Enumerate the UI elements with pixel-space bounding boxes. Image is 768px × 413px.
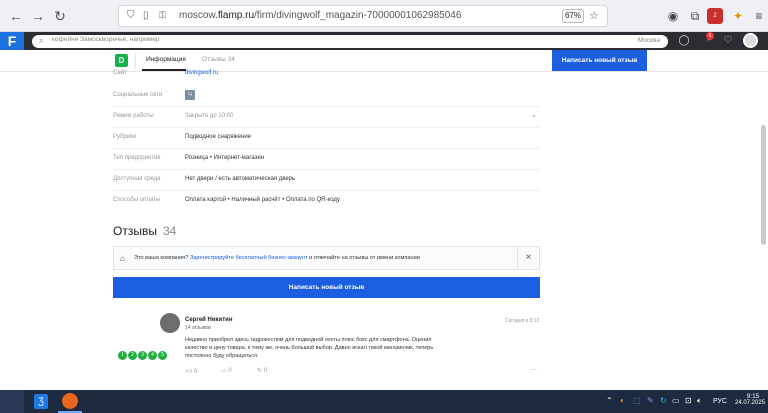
hours-value: Закрыто до 10:00: [185, 113, 234, 119]
extension-badge-icon[interactable]: 2: [707, 8, 723, 24]
chevron-down-icon[interactable]: ⌄: [531, 111, 537, 119]
rating-star: 4: [148, 351, 157, 360]
write-review-button[interactable]: Написать новый отзыв: [113, 277, 540, 298]
info-label: Тип предприятия: [113, 155, 161, 161]
review-text: Недавно приобрел здесь гидрокостюм для п…: [185, 337, 434, 359]
url-text[interactable]: moscow.flamp.ru/firm/divingwolf_magazin-…: [179, 10, 461, 21]
account-icon[interactable]: ◉: [665, 8, 681, 24]
claim-business-banner: ⌂ Это ваша компания? Зарегистрируйте бес…: [113, 246, 540, 270]
review-rating: 12345: [118, 343, 168, 361]
share-icon: ↻: [257, 368, 263, 374]
review-author-meta: 14 отзывов: [185, 325, 211, 331]
like-button[interactable]: 👍︎ 0: [186, 367, 197, 375]
favorites-icon[interactable]: ♡: [722, 35, 734, 47]
shield-icon[interactable]: ⛉: [127, 10, 135, 21]
info-row-rubrics: Рубрики Подводное снаряжение: [113, 128, 539, 149]
forward-icon[interactable]: →: [30, 8, 46, 24]
windows-taskbar: Ʒ ⌃ ◐ ⬚ ✎ ↻ ▭ ⊡ 🔈︎ РУС 9:15 24.07.2025: [0, 390, 768, 413]
comment-button[interactable]: ▭ 0: [221, 367, 232, 374]
info-label: Способы оплаты: [113, 197, 161, 203]
avatar[interactable]: [160, 313, 180, 333]
city-selector[interactable]: Москва: [638, 37, 660, 44]
search-placeholder: кофейня Замоскворечье, например: [52, 36, 160, 43]
extension-pin-icon[interactable]: ✦: [730, 8, 746, 24]
review-date: Сегодня в 9:12: [505, 318, 540, 324]
flamp-logo-icon[interactable]: F: [0, 32, 24, 50]
info-label: Социальные сети: [113, 92, 163, 98]
rating-star: 1: [118, 351, 127, 360]
register-link[interactable]: Зарегистрируйте бесплатный бизнес-аккаун…: [190, 255, 308, 261]
address-bar[interactable]: ⛉ ▯ ⚿ moscow.flamp.ru/firm/divingwolf_ma…: [118, 5, 608, 27]
tab-reviews[interactable]: Отзывы 34: [202, 56, 235, 63]
reviews-count: 34: [163, 224, 177, 238]
app-icon[interactable]: Ʒ: [34, 394, 48, 409]
reviews-heading: Отзывы: [113, 224, 157, 238]
info-row-hours[interactable]: Режим работы Закрыто до 10:00 ⌄: [113, 107, 539, 128]
screenshot-icon[interactable]: ⬚: [633, 396, 641, 405]
zoom-level[interactable]: 67%: [562, 9, 584, 23]
info-label: Режим работы: [113, 113, 154, 119]
vk-icon[interactable]: Ч: [185, 90, 195, 100]
website-link[interactable]: divingwolf.ru: [185, 70, 218, 76]
info-row-site: Сайт divingwolf.ru: [113, 64, 539, 85]
search-icon: ⌕: [39, 36, 44, 45]
rating-star: 3: [138, 351, 147, 360]
write-review-button-top[interactable]: Написать новый отзыв: [552, 50, 647, 71]
tray-app-icon[interactable]: ◐: [620, 396, 625, 405]
more-icon[interactable]: ⋯: [530, 366, 537, 374]
key-icon[interactable]: ⚿: [159, 10, 166, 21]
language-indicator[interactable]: РУС: [713, 398, 727, 405]
bookmark-star-icon[interactable]: ☆: [589, 9, 599, 22]
user-avatar[interactable]: [743, 33, 758, 48]
info-row-accessibility: Доступная среда Нет двери / есть автомат…: [113, 170, 539, 191]
shop-icon: ⌂: [120, 254, 125, 263]
extensions-icon[interactable]: ⧉: [687, 8, 703, 24]
tray-arrow-icon[interactable]: ⌃: [606, 396, 613, 405]
battery-icon[interactable]: ▭: [672, 396, 680, 405]
start-button[interactable]: [0, 390, 24, 413]
type-value: Розница • Интернет-магазин: [185, 155, 265, 161]
close-icon[interactable]: ×: [517, 247, 539, 269]
clock[interactable]: 9:15 24.07.2025: [735, 393, 766, 406]
info-row-type: Тип предприятия Розница • Интернет-магаз…: [113, 149, 539, 170]
notification-count: 6: [706, 32, 714, 40]
accessibility-value: Нет двери / есть автоматическая дверь: [185, 176, 296, 182]
info-label: Рубрики: [113, 134, 137, 140]
menu-icon[interactable]: ≡: [751, 8, 767, 24]
rating-star: 2: [128, 351, 137, 360]
scrollbar[interactable]: [761, 125, 766, 245]
pen-icon[interactable]: ✎: [647, 396, 654, 405]
info-label: Доступная среда: [113, 176, 161, 182]
firefox-icon[interactable]: [62, 393, 78, 409]
reload-icon[interactable]: ↻: [52, 8, 68, 24]
rating-star: 5: [158, 351, 167, 360]
tab-info[interactable]: Информация: [146, 56, 186, 63]
site-header: F ⌕ кофейня Замоскворечье, например Моск…: [0, 32, 768, 50]
review-author[interactable]: Сергей Никитин: [185, 317, 233, 323]
comment-icon: ▭: [221, 368, 227, 374]
info-row-social: Социальные сети Ч: [113, 86, 539, 107]
claim-text: Это ваша компания? Зарегистрируйте беспл…: [134, 255, 420, 261]
payment-value: Оплата картой • Наличный расчёт • Оплата…: [185, 197, 340, 203]
info-row-payment: Способы оплаты Оплата картой • Наличный …: [113, 191, 539, 212]
thumbs-up-icon: 👍︎: [186, 369, 193, 375]
volume-icon[interactable]: 🔈︎: [697, 396, 702, 406]
sync-icon[interactable]: ↻: [660, 396, 667, 405]
share-button[interactable]: ↻ 0: [257, 367, 267, 374]
browser-toolbar: ← → ↻ ⛉ ▯ ⚿ moscow.flamp.ru/firm/divingw…: [0, 0, 768, 32]
rubric-value[interactable]: Подводное снаряжение: [185, 134, 251, 140]
chat-icon[interactable]: ◯: [678, 35, 690, 47]
page-icon: ▯: [143, 10, 149, 21]
network-icon[interactable]: ⊡: [685, 396, 692, 405]
info-label: Сайт: [113, 70, 127, 76]
site-search-input[interactable]: ⌕ кофейня Замоскворечье, например Москва: [32, 35, 668, 48]
back-icon[interactable]: ←: [8, 8, 24, 24]
